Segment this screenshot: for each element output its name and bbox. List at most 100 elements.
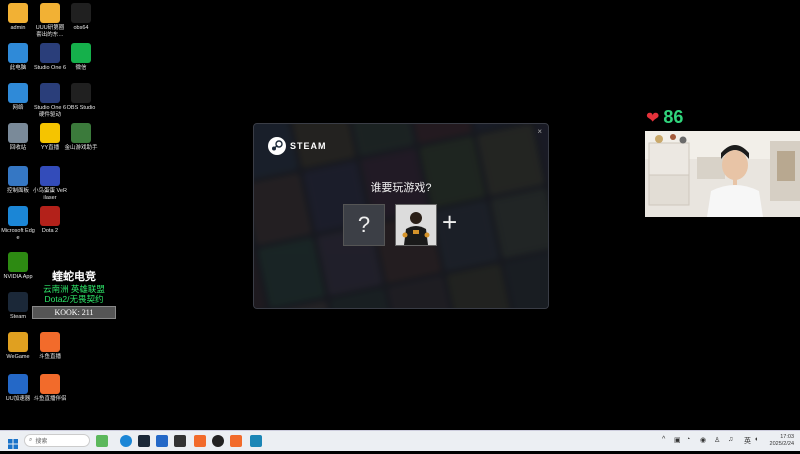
- tray-app-icon[interactable]: ▣: [674, 436, 681, 444]
- clock-date: 2025/2/24: [769, 440, 794, 447]
- search-icon: ⌕: [29, 437, 33, 443]
- network-icon: [8, 83, 28, 103]
- desktop-icon[interactable]: 小鸟蛋蛋 VeRilaser: [33, 166, 67, 201]
- close-icon[interactable]: ×: [537, 127, 542, 136]
- desktop-icon[interactable]: NVIDIA App: [1, 252, 35, 281]
- overlay-games-line-2: Dota2/无畏契约: [44, 294, 104, 304]
- desktop-icon[interactable]: obs64: [64, 3, 98, 32]
- taskbar-clock[interactable]: 17:03 2025/2/24: [770, 434, 794, 447]
- obs-icon: [71, 83, 91, 103]
- desktop-icon-label: WeGame: [6, 354, 30, 360]
- desktop-icon[interactable]: YY直播: [33, 123, 67, 152]
- stream-overlay: 蝰蛇电竞 云南洲 英雄联盟 Dota2/无畏契约 KOOK: 211: [32, 268, 116, 319]
- dialog-title: 谁要玩游戏?: [370, 182, 432, 194]
- desktop-icon-label: Studio One 6 硬件驱动: [33, 105, 67, 118]
- steam-profile-dialog: × STEAM 谁要玩游戏? ? +: [253, 123, 549, 309]
- question-mark-icon: ?: [357, 212, 371, 237]
- dota-icon: [40, 206, 60, 226]
- desktop-icon[interactable]: Studio One 6 硬件驱动: [33, 83, 67, 118]
- obs-taskbar-icon[interactable]: [212, 435, 224, 447]
- studio-one-icon: [40, 83, 60, 103]
- steam-wordmark: STEAM: [290, 141, 327, 151]
- desktop-icon[interactable]: Steam: [1, 292, 35, 321]
- search-placeholder: 搜索: [35, 439, 48, 445]
- steam-logo: STEAM: [268, 137, 327, 155]
- desktop-icon-label: 微信: [75, 65, 87, 71]
- desktop-icon-label: 网络: [12, 105, 24, 111]
- desktop-icon-label: UU加速器: [5, 396, 31, 402]
- desktop-icon[interactable]: 网络: [1, 83, 35, 112]
- desktop-icon-label: Steam: [10, 314, 26, 320]
- input-language-indicator[interactable]: 英: [744, 436, 751, 446]
- unknown-profile-button[interactable]: ?: [343, 204, 385, 246]
- desktop-icon[interactable]: WeGame: [1, 332, 35, 361]
- desktop-icon[interactable]: Dota 2: [33, 206, 67, 235]
- desktop-icon-label: 小鸟蛋蛋 VeRilaser: [33, 188, 67, 201]
- desktop-icon-label: 控制面板: [6, 188, 29, 194]
- desktop-icon[interactable]: 控制面板: [1, 166, 35, 195]
- terminal-taskbar-icon[interactable]: [174, 435, 186, 447]
- overlay-brand: 蝰蛇电竞: [52, 271, 96, 283]
- desktop-icon-label: 斗鱼直播: [38, 354, 61, 360]
- steam-icon: [268, 137, 286, 155]
- steam-taskbar-icon[interactable]: [138, 435, 150, 447]
- uu-taskbar-icon[interactable]: [156, 435, 168, 447]
- desktop-icon-label: obs64: [73, 25, 89, 31]
- desktop-icon[interactable]: UU加速器: [1, 374, 35, 403]
- desktop-icon[interactable]: 金山游戏助手: [64, 123, 98, 152]
- taskbar-search-box[interactable]: ⌕ 搜索: [24, 434, 90, 447]
- desktop-icon[interactable]: 回收站: [1, 123, 35, 152]
- desktop-icon-label: Studio One 6: [33, 65, 67, 71]
- desktop-icon[interactable]: Microsoft Edge: [1, 206, 35, 241]
- douyu-taskbar-icon[interactable]: [194, 435, 206, 447]
- folder-icon: [40, 3, 60, 23]
- wegame-icon: [8, 332, 28, 352]
- douyu-companion-icon: [40, 374, 60, 394]
- desktop-icon-label: 回收站: [9, 145, 27, 151]
- tray-network-icon[interactable]: ◔: [686, 436, 690, 443]
- overlay-games-line-1: 云南洲 英雄联盟: [43, 284, 105, 294]
- tray-sound-icon[interactable]: ♫: [728, 436, 733, 443]
- desktop-icon-label: admin: [10, 25, 26, 31]
- studio-one-icon: [40, 43, 60, 63]
- chevron-up-icon[interactable]: ^: [662, 436, 665, 443]
- vr-icon: [40, 166, 60, 186]
- nvidia-taskbar-icon[interactable]: [96, 435, 108, 447]
- edge-taskbar-icon[interactable]: [120, 435, 132, 447]
- control-panel-icon: [8, 166, 28, 186]
- desktop-icon[interactable]: 微信: [64, 43, 98, 72]
- windows-start-icon[interactable]: [8, 436, 18, 454]
- desktop-icon[interactable]: 斗鱼直播伴侣: [33, 374, 67, 403]
- webcam-image: [645, 131, 800, 217]
- like-counter: ❤ 86: [646, 107, 683, 128]
- game-assistant-icon: [71, 123, 91, 143]
- like-count-value: 86: [663, 107, 684, 127]
- recycle-bin-icon: [8, 123, 28, 143]
- desktop-icon-label: 斗鱼直播伴侣: [33, 396, 67, 402]
- desktop-icon[interactable]: admin: [1, 3, 35, 32]
- user-profile-button[interactable]: [395, 204, 437, 246]
- computer-icon: [8, 43, 28, 63]
- taskbar: ⌕ 搜索 ^ ▣ ◔ ◉ ♙ ♫ 英 ◖ 17:03 2025/2/24: [0, 430, 800, 451]
- desktop-icon[interactable]: 此电脑: [1, 43, 35, 72]
- wechat-icon: [71, 43, 91, 63]
- heart-icon: ❤: [646, 109, 660, 127]
- desktop-icon[interactable]: UUU研第圈 套出的东…: [33, 3, 67, 38]
- desktop-icon[interactable]: OBS Studio: [64, 83, 98, 112]
- desktop: { "desktop_icons": [ {"label": "admin", …: [0, 0, 800, 451]
- desktop-icon-label: 此电脑: [9, 65, 27, 71]
- user-avatar: [396, 205, 436, 245]
- add-profile-button[interactable]: +: [442, 207, 457, 237]
- app-taskbar-icon[interactable]: [250, 435, 262, 447]
- desktop-icon-label: YY直播: [40, 145, 60, 151]
- tray-wechat-icon[interactable]: ◉: [700, 436, 706, 444]
- yy-icon: [40, 123, 60, 143]
- desktop-icon-label: UUU研第圈 套出的东…: [35, 25, 65, 38]
- folder-icon: [8, 3, 28, 23]
- steam-icon: [8, 292, 28, 312]
- desktop-icon[interactable]: 斗鱼直播: [33, 332, 67, 361]
- douyu-companion-taskbar-icon[interactable]: [230, 435, 242, 447]
- desktop-icon[interactable]: Studio One 6: [33, 43, 67, 72]
- speaker-icon[interactable]: ◖: [754, 436, 758, 443]
- tray-people-icon[interactable]: ♙: [714, 436, 720, 444]
